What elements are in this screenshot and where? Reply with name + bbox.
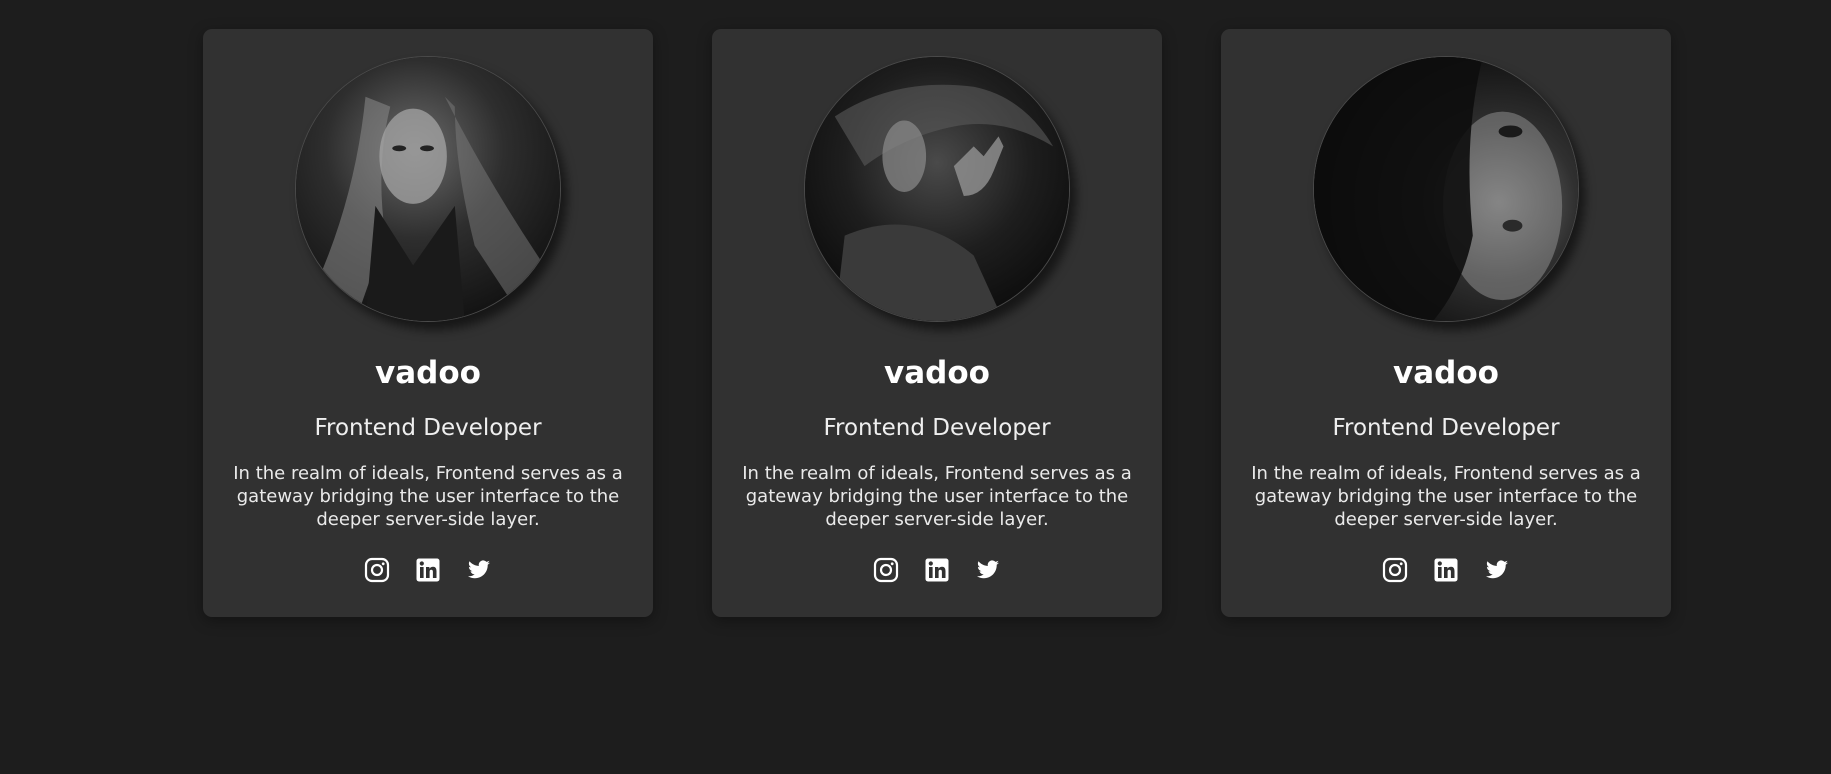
linkedin-icon[interactable] [924, 557, 950, 583]
instagram-icon[interactable] [1382, 557, 1408, 583]
instagram-icon[interactable] [873, 557, 899, 583]
social-links [1221, 557, 1671, 583]
portrait-image [296, 57, 560, 321]
portrait-image [1314, 57, 1578, 321]
profile-card: vadoo Frontend Developer In the realm of… [1221, 29, 1671, 617]
twitter-icon[interactable] [1484, 557, 1510, 583]
social-links [203, 557, 653, 583]
profile-avatar [804, 56, 1070, 322]
profile-bio: In the realm of ideals, Frontend serves … [233, 463, 623, 530]
profile-name: vadoo [375, 355, 481, 391]
twitter-icon[interactable] [975, 557, 1001, 583]
profile-card: vadoo Frontend Developer In the realm of… [203, 29, 653, 617]
profile-card: vadoo Frontend Developer In the realm of… [712, 29, 1162, 617]
instagram-icon[interactable] [364, 557, 390, 583]
profile-name: vadoo [1393, 355, 1499, 391]
social-links [712, 557, 1162, 583]
profile-role: Frontend Developer [1332, 415, 1560, 441]
profile-role: Frontend Developer [314, 415, 542, 441]
profile-bio: In the realm of ideals, Frontend serves … [742, 463, 1132, 530]
twitter-icon[interactable] [466, 557, 492, 583]
profile-cards: vadoo Frontend Developer In the realm of… [203, 29, 1671, 617]
profile-avatar [1313, 56, 1579, 322]
profile-role: Frontend Developer [823, 415, 1051, 441]
linkedin-icon[interactable] [1433, 557, 1459, 583]
portrait-image [805, 57, 1069, 321]
profile-avatar [295, 56, 561, 322]
profile-name: vadoo [884, 355, 990, 391]
profile-bio: In the realm of ideals, Frontend serves … [1251, 463, 1641, 530]
linkedin-icon[interactable] [415, 557, 441, 583]
